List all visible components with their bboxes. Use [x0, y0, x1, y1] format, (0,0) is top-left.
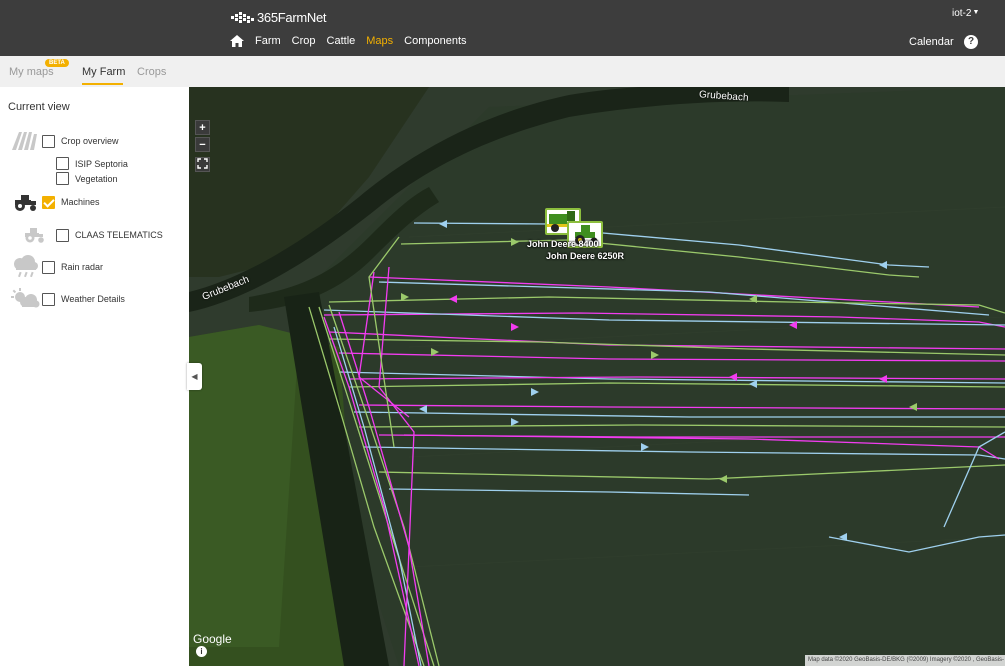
- crop-overview-checkbox[interactable]: [42, 134, 55, 148]
- weather-details-checkbox[interactable]: [42, 292, 55, 306]
- tractor-outline-icon: [22, 223, 46, 247]
- map-attribution[interactable]: Map data ©2020 GeoBasis-DE/BKG (©2009) I…: [805, 655, 1005, 666]
- tab-my-farm[interactable]: My Farm: [82, 66, 125, 78]
- rain-cloud-icon: [8, 255, 42, 279]
- sub-tabs-bar: My maps BETA My Farm Crops: [0, 56, 1005, 87]
- brand-name: 365FarmNet: [257, 9, 327, 25]
- layer-label: Machines: [61, 197, 100, 207]
- layer-label: Rain radar: [61, 262, 104, 272]
- active-tab-indicator: [82, 83, 123, 85]
- help-icon[interactable]: ?: [964, 35, 978, 49]
- tractor-icon: [8, 190, 42, 214]
- fullscreen-icon: [197, 158, 208, 169]
- brand-logo[interactable]: 365FarmNet: [229, 9, 327, 25]
- beta-badge: BETA: [45, 59, 69, 67]
- layer-vegetation[interactable]: Vegetation: [56, 172, 118, 185]
- home-icon[interactable]: [229, 33, 245, 49]
- layer-isip-septoria[interactable]: ISIP Septoria: [56, 157, 128, 170]
- panel-title: Current view: [8, 101, 70, 113]
- layer-weather-details[interactable]: Weather Details: [8, 287, 125, 311]
- sun-cloud-icon: [8, 287, 42, 311]
- layer-label: Crop overview: [61, 136, 119, 146]
- fullscreen-button[interactable]: [195, 157, 210, 172]
- user-menu[interactable]: iot-2▼: [952, 8, 979, 19]
- nav-farm[interactable]: Farm: [255, 35, 281, 47]
- isip-septoria-checkbox[interactable]: [56, 157, 69, 170]
- nav-crop[interactable]: Crop: [292, 35, 316, 47]
- layer-panel: Current view Crop overview ISIP Septoria…: [0, 87, 189, 666]
- map-view[interactable]: Grubebach Grubebach John Deere 8400 John…: [189, 87, 1005, 666]
- machine-label: John Deere 8400: [527, 239, 599, 249]
- vegetation-checkbox[interactable]: [56, 172, 69, 185]
- zoom-in-button[interactable]: +: [195, 120, 210, 135]
- layer-label: ISIP Septoria: [75, 158, 128, 169]
- layer-claas-telematics[interactable]: CLAAS TELEMATICS: [22, 223, 163, 247]
- nav-maps[interactable]: Maps: [366, 35, 393, 47]
- user-name: iot-2: [952, 8, 972, 19]
- satellite-map: [189, 87, 1005, 666]
- tab-crops[interactable]: Crops: [137, 66, 166, 78]
- layer-label: Vegetation: [75, 173, 118, 184]
- crop-overview-icon: [8, 129, 42, 153]
- claas-telematics-checkbox[interactable]: [56, 228, 69, 242]
- collapse-panel-button[interactable]: ◀: [187, 363, 202, 390]
- nav-components[interactable]: Components: [404, 35, 466, 47]
- layer-machines[interactable]: Machines: [8, 190, 100, 214]
- top-navigation-bar: 365FarmNet iot-2▼ Farm Crop Cattle Maps …: [0, 0, 1005, 56]
- calendar-link[interactable]: Calendar: [909, 36, 954, 48]
- nav-cattle[interactable]: Cattle: [327, 35, 356, 47]
- machine-label: John Deere 6250R: [546, 251, 625, 261]
- main-nav: Farm Crop Cattle Maps Components: [229, 33, 478, 49]
- google-logo: Google: [193, 632, 232, 646]
- logo-mark-icon: [231, 12, 254, 23]
- layer-rain-radar[interactable]: Rain radar: [8, 255, 103, 279]
- layer-crop-overview[interactable]: Crop overview: [8, 129, 119, 153]
- zoom-out-button[interactable]: −: [195, 137, 210, 152]
- layer-label: Weather Details: [61, 294, 125, 304]
- rain-radar-checkbox[interactable]: [42, 260, 55, 274]
- layer-label: CLAAS TELEMATICS: [75, 230, 163, 240]
- info-icon[interactable]: i: [196, 646, 207, 657]
- caret-down-icon: ▼: [972, 9, 980, 16]
- tab-my-maps[interactable]: My maps: [9, 66, 54, 78]
- machines-checkbox[interactable]: [42, 195, 55, 209]
